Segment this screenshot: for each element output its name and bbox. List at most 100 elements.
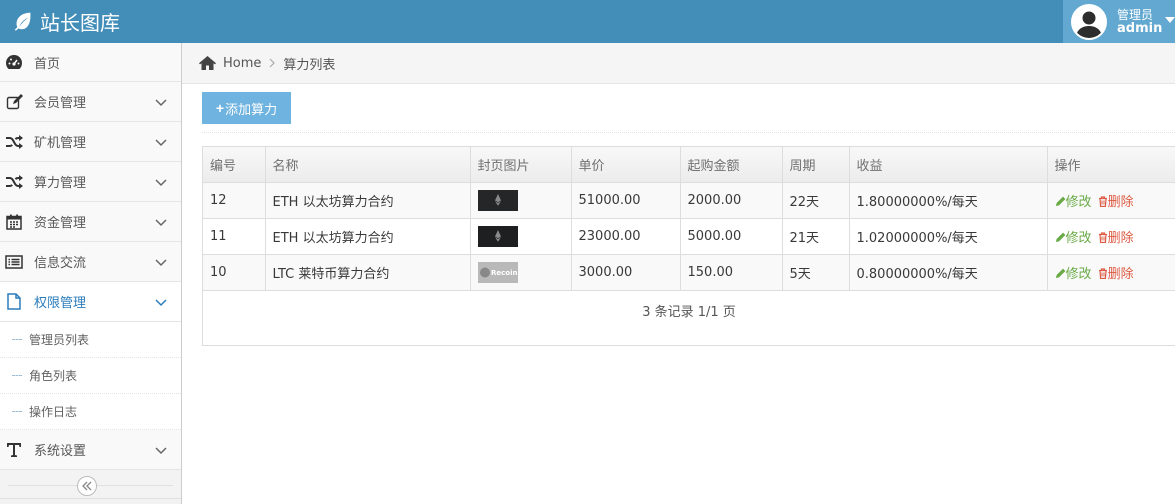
chevron-down-icon: [155, 99, 167, 107]
cover-image[interactable]: [477, 225, 518, 247]
column-header[interactable]: 起购金额: [680, 147, 783, 183]
delete-link[interactable]: 删除: [1098, 231, 1134, 246]
tree-dash: [12, 411, 22, 412]
tree-dash: [12, 375, 22, 376]
sidebar-collapse-bar: [0, 472, 181, 499]
column-header[interactable]: 名称: [265, 147, 471, 183]
brand[interactable]: 站长图库: [12, 7, 120, 35]
list-alt-icon: [5, 253, 23, 271]
sidebar-item-label: 权限管理: [34, 296, 87, 311]
table-row: 11 ETH 以太坊算力合约 23000.00 5000.00 21天 1.02…: [203, 218, 1175, 255]
delete-link[interactable]: 删除: [1098, 267, 1134, 282]
delete-link[interactable]: 删除: [1098, 195, 1134, 210]
breadcrumb-home-label: Home: [223, 55, 262, 71]
pagination-info: 3 条记录 1/1 页: [642, 304, 736, 320]
sidebar-subitem-role-list[interactable]: 角色列表: [0, 358, 181, 394]
chevron-down-icon: [155, 299, 167, 307]
tree-dash: [12, 339, 22, 340]
home-icon: [199, 56, 216, 70]
cell-yield: 1.02000000%/每天: [849, 218, 1048, 255]
cell-actions: 修改 删除: [1047, 254, 1175, 291]
edit-label: 修改: [1065, 266, 1092, 282]
sidebar-subitem-operation-log[interactable]: 操作日志: [0, 394, 181, 430]
sidebar-item-miners[interactable]: 矿机管理: [0, 122, 181, 162]
leaf-icon: [14, 12, 31, 31]
file-icon: [5, 293, 23, 311]
calendar-icon: [5, 213, 23, 231]
cell-min-amount: 150.00: [680, 254, 783, 291]
sidebar-subitem-admin-list[interactable]: 管理员列表: [0, 322, 181, 358]
cell-yield: 1.80000000%/每天: [849, 182, 1048, 219]
sidebar-item-members[interactable]: 会员管理: [0, 82, 181, 122]
sidebar-item-messages[interactable]: 信息交流: [0, 242, 181, 282]
sidebar-item-funds[interactable]: 资金管理: [0, 202, 181, 242]
sidebar-item-settings[interactable]: 系统设置: [0, 430, 181, 470]
thumb-logo-text: Recoin: [491, 269, 517, 277]
delete-label: 删除: [1107, 266, 1134, 282]
sidebar-item-permissions[interactable]: 权限管理: [0, 282, 181, 322]
pencil-icon: [1055, 268, 1065, 278]
breadcrumb: Home 算力列表: [182, 43, 1175, 84]
cell-id: 11: [203, 218, 266, 255]
add-button-label: 添加算力: [225, 101, 278, 117]
sidebar-subitem-label: 操作日志: [29, 405, 78, 419]
chevron-down-icon: [155, 259, 167, 267]
delete-label: 删除: [1107, 230, 1134, 246]
column-header[interactable]: 封页图片: [470, 147, 572, 183]
chevron-down-icon: [155, 139, 167, 147]
chevron-right-icon: [269, 58, 276, 68]
cell-price: 3000.00: [571, 254, 681, 291]
sidebar-subitem-label: 管理员列表: [29, 333, 90, 347]
table-header-row: 编号 名称 封页图片 单价 起购金额 周期 收益 操作: [203, 147, 1175, 183]
edit-link[interactable]: 修改: [1055, 231, 1092, 246]
user-menu[interactable]: 管理员 admin: [1063, 0, 1175, 43]
sidebar: 首页 会员管理 矿机管理 算力管理 资金管理 信息交流 权限管理 管理员列表 角…: [0, 43, 182, 504]
column-header[interactable]: 单价: [571, 147, 681, 183]
sidebar-item-home[interactable]: 首页: [0, 43, 181, 82]
column-header[interactable]: 周期: [782, 147, 850, 183]
user-avatar-icon: [1073, 5, 1105, 38]
shuffle-icon: [5, 173, 23, 191]
column-header[interactable]: 编号: [203, 147, 266, 183]
brand-title: 站长图库: [40, 10, 120, 35]
shuffle-icon: [5, 133, 23, 151]
delete-label: 删除: [1107, 194, 1134, 210]
cell-name: ETH 以太坊算力合约: [265, 218, 471, 255]
cell-price: 23000.00: [571, 218, 681, 255]
hashpower-table: 编号 名称 封页图片 单价 起购金额 周期 收益 操作 12 ETH 以太坊算力…: [202, 146, 1175, 346]
avatar: [1071, 3, 1107, 40]
trash-icon: [1098, 231, 1107, 243]
cell-period: 21天: [782, 218, 850, 255]
column-header[interactable]: 收益: [849, 147, 1048, 183]
cover-image[interactable]: Recoin: [477, 261, 518, 283]
chevron-down-icon: [155, 447, 167, 455]
cover-image[interactable]: [477, 189, 518, 211]
breadcrumb-home[interactable]: Home: [199, 56, 261, 71]
trash-icon: [1098, 267, 1107, 279]
table-row: 12 ETH 以太坊算力合约 51000.00 2000.00 22天 1.80…: [203, 182, 1175, 219]
cell-name: ETH 以太坊算力合约: [265, 182, 471, 219]
edit-link[interactable]: 修改: [1055, 267, 1092, 282]
sidebar-subitem-label: 角色列表: [29, 369, 78, 383]
sidebar-collapse-button[interactable]: [77, 476, 97, 496]
sidebar-item-label: 算力管理: [34, 176, 87, 191]
sidebar-item-label: 会员管理: [34, 96, 87, 111]
cell-actions: 修改 删除: [1047, 182, 1175, 219]
chevron-down-icon: [155, 219, 167, 227]
sidebar-item-label: 首页: [34, 56, 61, 72]
caret-down-icon: [1165, 17, 1175, 23]
cell-thumb: [470, 182, 572, 219]
edit-label: 修改: [1065, 194, 1092, 210]
cell-actions: 修改 删除: [1047, 218, 1175, 255]
sidebar-item-label: 系统设置: [34, 444, 87, 459]
divider: [202, 132, 1175, 133]
double-chevron-left-icon: [82, 481, 92, 491]
dashboard-icon: [5, 53, 23, 71]
add-hashpower-button[interactable]: + 添加算力: [202, 92, 291, 124]
cell-name: LTC 莱特币算力合约: [265, 254, 471, 291]
sidebar-item-hashpower[interactable]: 算力管理: [0, 162, 181, 202]
edit-link[interactable]: 修改: [1055, 195, 1092, 210]
edit-label: 修改: [1065, 230, 1092, 246]
sidebar-item-label: 资金管理: [34, 216, 87, 231]
column-header[interactable]: 操作: [1047, 147, 1175, 183]
